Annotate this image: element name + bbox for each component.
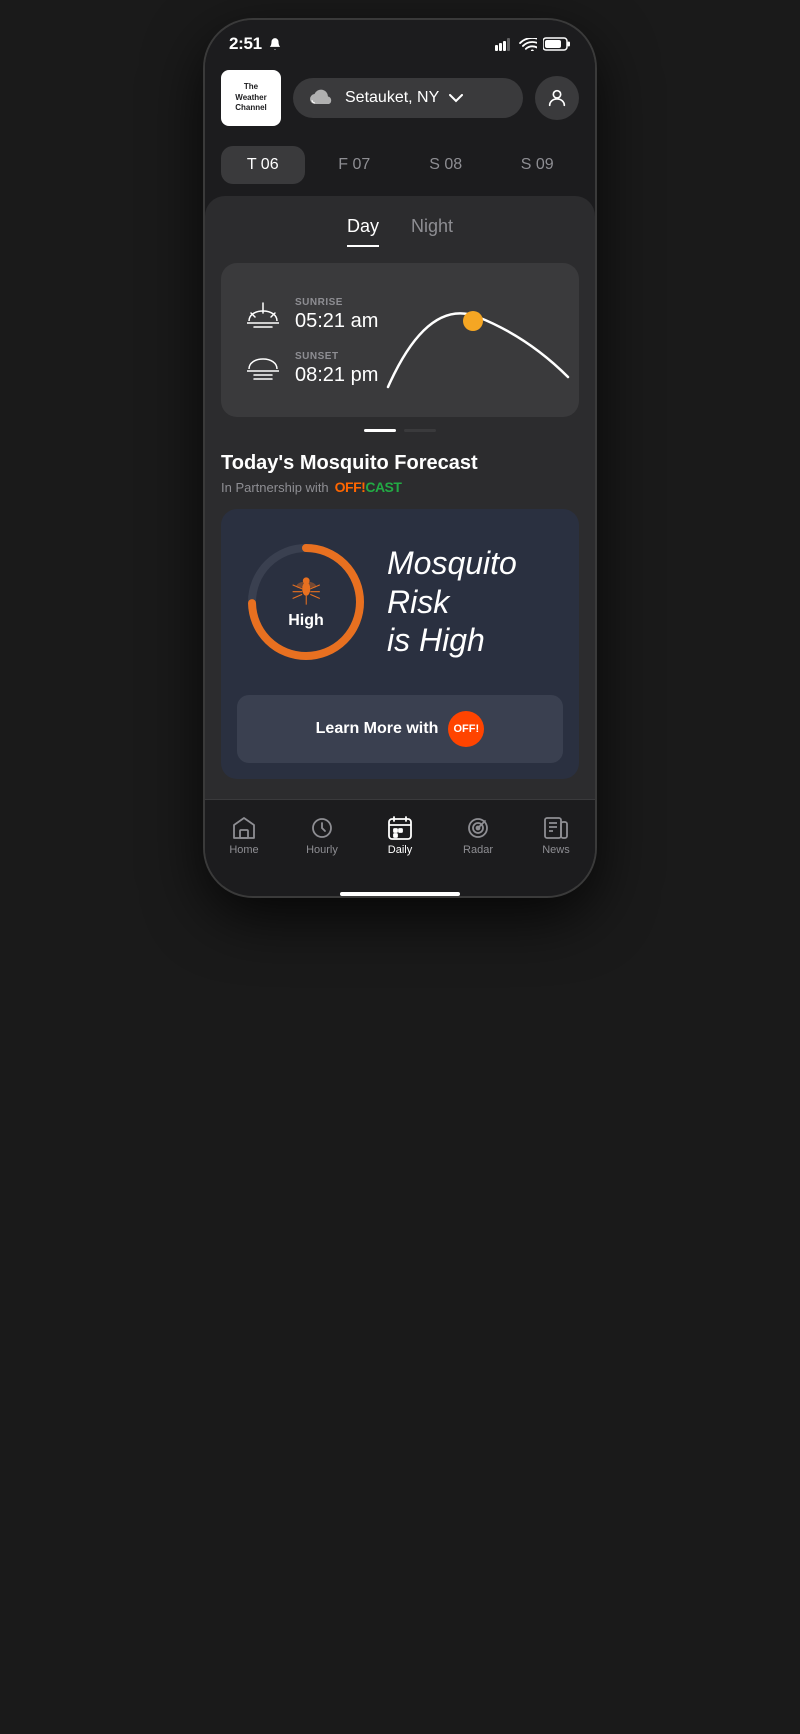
- day-tab[interactable]: Day: [347, 216, 379, 247]
- chevron-down-icon: [449, 94, 463, 103]
- sun-arc-svg: [378, 287, 578, 397]
- nav-label-radar: Radar: [463, 844, 493, 856]
- profile-button[interactable]: [535, 76, 579, 120]
- status-icons: [495, 37, 571, 51]
- nav-label-daily: Daily: [388, 844, 412, 856]
- nav-item-daily[interactable]: Daily: [361, 810, 439, 862]
- nav-item-hourly[interactable]: Hourly: [283, 810, 361, 862]
- date-tabs: T 06 F 07 S 08 S 09: [205, 138, 595, 192]
- date-tab-label-3: S 09: [521, 156, 554, 173]
- sunset-row: SUNSET 08:21 pm: [245, 351, 378, 387]
- location-pill[interactable]: Setauket, NY: [293, 78, 523, 118]
- sunset-icon-container: [245, 355, 281, 383]
- mosquito-risk-area: High Mosquito Risk is High: [221, 509, 579, 695]
- nav-item-home[interactable]: Home: [205, 810, 283, 862]
- status-time: 2:51: [229, 34, 262, 54]
- sunrise-text: SUNRISE 05:21 am: [295, 297, 378, 333]
- nav-item-news[interactable]: News: [517, 810, 595, 862]
- sunrise-time: 05:21 am: [295, 310, 378, 333]
- page-dot-1: [364, 429, 396, 432]
- sunset-text: SUNSET 08:21 pm: [295, 351, 378, 387]
- mosquito-card: High Mosquito Risk is High Learn More wi…: [221, 509, 579, 779]
- home-indicator: [340, 892, 460, 896]
- phone-frame: 2:51: [205, 20, 595, 896]
- date-tab-label-2: S 08: [429, 156, 462, 173]
- page-dot-2: [404, 429, 436, 432]
- brand-logo: The Weather Channel: [221, 70, 281, 126]
- date-tab-label-1: F 07: [338, 156, 370, 173]
- partnership-row: In Partnership with OFF!CAST: [221, 479, 579, 495]
- night-tab[interactable]: Night: [411, 216, 453, 247]
- sun-info: SUNRISE 05:21 am SUNSET: [245, 297, 378, 387]
- gauge-label: High: [288, 612, 324, 630]
- day-night-tabs: Day Night: [205, 196, 595, 247]
- mosquito-title: Today's Mosquito Forecast: [221, 452, 579, 475]
- nav-label-home: Home: [229, 844, 258, 856]
- sunset-time: 08:21 pm: [295, 364, 378, 387]
- sunrise-row: SUNRISE 05:21 am: [245, 297, 378, 333]
- cloud-icon: [309, 88, 335, 108]
- risk-big-text: Mosquito Risk is High: [387, 544, 559, 659]
- sun-arc-container: [378, 287, 578, 397]
- main-content: Day Night: [205, 196, 595, 799]
- partnership-text: In Partnership with: [221, 480, 329, 495]
- status-bar: 2:51: [205, 20, 595, 62]
- learn-more-text: Learn More with: [316, 720, 439, 738]
- date-tab-3[interactable]: S 09: [496, 146, 580, 184]
- nav-label-hourly: Hourly: [306, 844, 338, 856]
- sunrise-icon: [247, 301, 279, 329]
- nav-label-news: News: [542, 844, 570, 856]
- gauge-container: High: [241, 537, 371, 667]
- off-badge-text: OFF!: [454, 723, 480, 735]
- clock-icon: [310, 816, 334, 840]
- bell-slash-icon: [268, 37, 282, 51]
- mosquito-section: Today's Mosquito Forecast In Partnership…: [205, 452, 595, 779]
- location-text: Setauket, NY: [345, 89, 439, 107]
- mosquito-icon: [289, 574, 323, 608]
- sunset-icon: [247, 355, 279, 383]
- offcast-logo: OFF!CAST: [335, 479, 402, 495]
- date-tab-1[interactable]: F 07: [313, 146, 397, 184]
- sunset-label: SUNSET: [295, 351, 378, 362]
- battery-icon: [543, 37, 571, 51]
- sunrise-label: SUNRISE: [295, 297, 378, 308]
- nav-item-radar[interactable]: Radar: [439, 810, 517, 862]
- radar-icon: [465, 816, 491, 840]
- gauge-center: High: [288, 574, 324, 630]
- date-tab-label-0: T 06: [247, 156, 279, 173]
- sun-card: SUNRISE 05:21 am SUNSET: [221, 263, 579, 417]
- person-icon: [546, 87, 568, 109]
- date-tab-0[interactable]: T 06: [221, 146, 305, 184]
- sunrise-icon-container: [245, 301, 281, 329]
- home-icon: [231, 816, 257, 840]
- off-badge: OFF!: [448, 711, 484, 747]
- calendar-icon: [387, 816, 413, 840]
- brand-logo-text: The Weather Channel: [235, 82, 267, 113]
- bottom-nav: Home Hourly Daily: [205, 799, 595, 886]
- wifi-icon: [519, 38, 537, 51]
- risk-text-area: Mosquito Risk is High: [387, 544, 559, 659]
- date-tab-2[interactable]: S 08: [404, 146, 488, 184]
- news-icon: [543, 816, 569, 840]
- header: The Weather Channel Setauket, NY: [205, 62, 595, 138]
- signal-icon: [495, 38, 513, 51]
- page-indicators: [205, 429, 595, 432]
- learn-more-button[interactable]: Learn More with OFF!: [237, 695, 563, 763]
